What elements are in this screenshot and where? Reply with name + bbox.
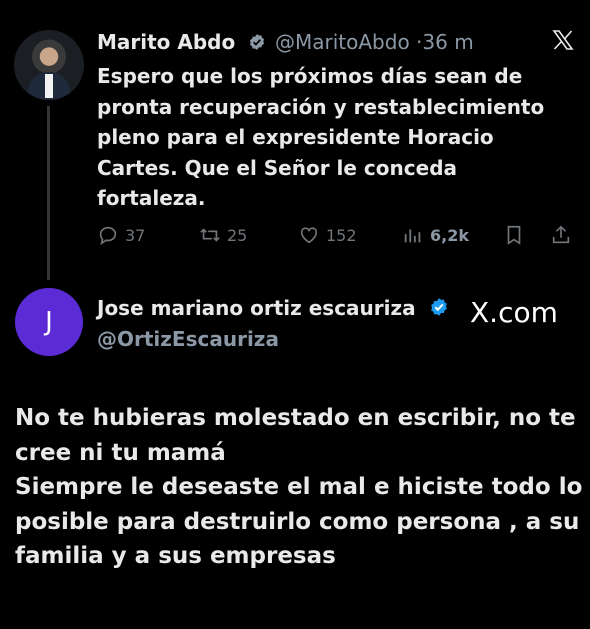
repost-button[interactable]: 25 [199, 224, 247, 246]
reply-line: No te hubieras molestado en escribir, no… [15, 405, 576, 431]
tweet-actions-bar: 37 25 152 6,2k [97, 224, 577, 250]
tweet-line: Cartes. Que el Señor le conceda [97, 155, 457, 180]
views-button[interactable]: 6,2k [402, 224, 469, 246]
reply-line: familia y a sus empresas [15, 543, 336, 569]
reply-author-name[interactable]: Jose mariano ortiz escauriza [97, 296, 449, 320]
verified-badge-icon [430, 298, 447, 316]
tweet-line: Espero que los próximos días sean de [97, 64, 523, 88]
like-count: 152 [326, 225, 357, 245]
reply-author-name-text[interactable]: Jose mariano ortiz escauriza [97, 296, 416, 320]
reply-line: posible para destruirlo como persona , a… [15, 508, 580, 535]
share-button[interactable] [550, 224, 572, 246]
tweet-line: fortaleza. [97, 186, 206, 210]
reply-button[interactable]: 37 [97, 224, 145, 246]
author-name[interactable]: Marito Abdo [97, 30, 266, 54]
heart-icon [300, 227, 318, 244]
repost-count: 25 [227, 225, 248, 245]
reply-count: 37 [125, 225, 146, 245]
author-handle[interactable]: @MaritoAbdo [275, 30, 410, 54]
repost-icon [200, 228, 220, 242]
avatar-jose-mariano[interactable]: J [15, 288, 83, 356]
like-button[interactable]: 152 [298, 224, 357, 246]
bookmark-icon [507, 225, 521, 245]
avatar-marito-abdo[interactable] [14, 30, 84, 100]
reply-author-handle[interactable]: @OrtizEscauriza [97, 327, 279, 351]
reply-line: Siempre le deseaste el mal e hiciste tod… [15, 474, 583, 500]
tweet-time[interactable]: 36 m [422, 30, 473, 54]
share-icon [552, 225, 570, 244]
reply-icon [99, 226, 117, 246]
x-com-brand: X.com [470, 296, 558, 329]
verified-badge-icon [250, 34, 265, 50]
reply-line: cree ni tu mamá [15, 439, 226, 466]
tweet-line: pronta recuperación y restablecimiento [97, 94, 545, 119]
avatar-shirt [45, 74, 53, 98]
author-handle-time: @MaritoAbdo ·36 m [275, 30, 474, 54]
views-count: 6,2k [430, 225, 469, 245]
thread-line [47, 106, 50, 280]
avatar-letter: J [45, 307, 53, 337]
reply-text: No te hubieras molestado en escribir, no… [15, 401, 583, 574]
tweet-line: pleno para el expresidente Horacio [97, 125, 494, 149]
x-com-brand-text: X.com [470, 296, 558, 329]
views-chart-icon [404, 229, 421, 243]
bookmark-button[interactable] [503, 224, 525, 246]
quoted-tweet-text: Espero que los próximos días sean de pro… [97, 61, 547, 214]
x-logo-icon [552, 30, 574, 50]
author-name-text[interactable]: Marito Abdo [97, 30, 235, 54]
